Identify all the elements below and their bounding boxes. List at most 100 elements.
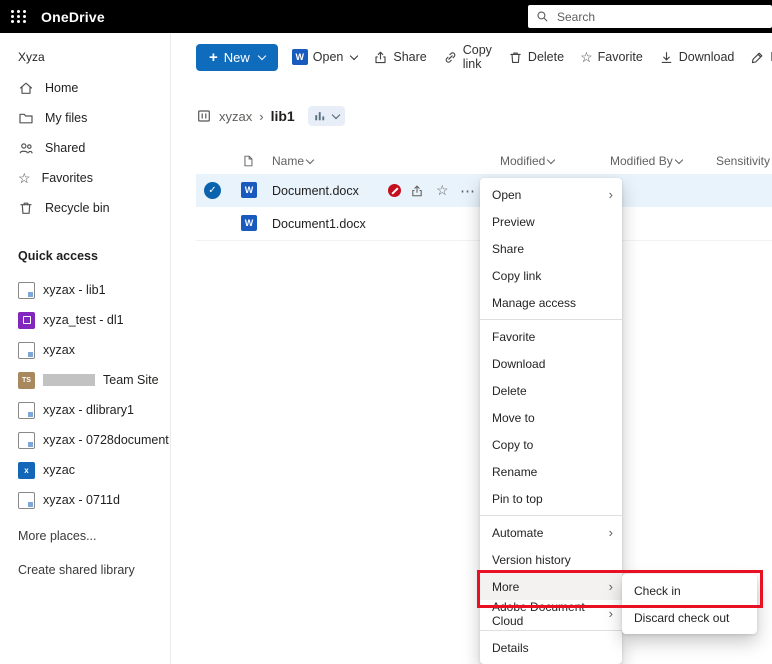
menu-item-download[interactable]: Download (480, 350, 622, 377)
menu-item-details[interactable]: Details (480, 634, 622, 661)
file-name[interactable]: Document1.docx (272, 207, 366, 240)
open-button[interactable]: W Open (290, 45, 360, 69)
download-button[interactable]: Download (657, 46, 737, 69)
view-selector[interactable] (307, 106, 345, 126)
column-header-modified-by[interactable]: Modified By (610, 147, 683, 174)
menu-item-copy-to[interactable]: Copy to (480, 431, 622, 458)
share-button[interactable]: Share (371, 46, 428, 69)
site-icon: TS (18, 371, 35, 389)
submenu-item-check-in[interactable]: Check in (622, 577, 757, 604)
download-label: Download (678, 50, 735, 64)
site-icon (18, 401, 35, 419)
more-places-link[interactable]: More places... (0, 515, 170, 543)
command-bar: + New W Open Share Copy link Delete ☆ Fa… (196, 43, 772, 71)
search-input[interactable] (555, 8, 764, 25)
quick-access-item-xyzac[interactable]: x xyzac (0, 455, 170, 485)
sidebar-item-shared[interactable]: Shared (0, 133, 170, 163)
submenu-item-discard-check-out[interactable]: Discard check out (622, 604, 757, 631)
sidebar-item-label: My files (45, 111, 88, 125)
quick-access-item-team-site[interactable]: TS Team Site (0, 365, 170, 395)
column-header-sensitivity[interactable]: Sensitivity (716, 147, 770, 174)
delete-button[interactable]: Delete (506, 46, 566, 69)
sidebar-item-home[interactable]: Home (0, 73, 170, 103)
menu-item-automate[interactable]: Automate › (480, 519, 622, 546)
site-icon (18, 281, 35, 299)
quick-access-label: xyzax - 0711d (43, 493, 120, 507)
menu-item-label: Share (492, 241, 525, 256)
menu-separator (480, 515, 622, 516)
sidebar-item-my-files[interactable]: My files (0, 103, 170, 133)
rename-button[interactable]: Rename (748, 46, 772, 69)
menu-item-label: Move to (492, 410, 535, 425)
submenu-chevron-icon: › (608, 187, 613, 202)
quick-access-item-lib1[interactable]: xyzax - lib1 (0, 275, 170, 305)
sidebar-item-favorites[interactable]: ☆ Favorites (0, 163, 170, 193)
share-icon (375, 51, 386, 63)
menu-separator (480, 319, 622, 320)
menu-item-manage-access[interactable]: Manage access (480, 289, 622, 316)
library-icon (198, 110, 210, 122)
menu-separator (480, 630, 622, 631)
menu-item-rename[interactable]: Rename (480, 458, 622, 485)
submenu-chevron-icon: › (608, 579, 613, 594)
copy-link-button[interactable]: Copy link (441, 39, 494, 75)
app-title: OneDrive (41, 8, 105, 25)
menu-item-label: Manage access (492, 295, 577, 310)
menu-item-adobe-document-cloud[interactable]: Adobe Document Cloud › (480, 600, 622, 628)
quick-access-item-dlibrary1[interactable]: xyzax - dlibrary1 (0, 395, 170, 425)
new-button-label: New (223, 49, 250, 65)
search-box[interactable] (528, 5, 772, 28)
menu-item-delete[interactable]: Delete (480, 377, 622, 404)
column-header-name[interactable]: Name (272, 147, 315, 174)
quick-access-item-0728document[interactable]: xyzax - 0728document (0, 425, 170, 455)
trash-icon (510, 51, 521, 63)
site-icon (18, 341, 35, 359)
word-file-icon: W (291, 49, 308, 65)
menu-item-move-to[interactable]: Move to (480, 404, 622, 431)
menu-item-share[interactable]: Share (480, 235, 622, 262)
file-list-header: Name Modified Modified By Sensitivity (196, 147, 772, 175)
favorite-label: Favorite (597, 50, 643, 64)
top-bar: OneDrive (0, 0, 772, 33)
file-name[interactable]: Document.docx (272, 174, 359, 207)
app-launcher-icon[interactable] (11, 10, 27, 23)
quick-access-item-0711d[interactable]: xyzax - 0711d (0, 485, 170, 515)
quick-access-label: xyza_test - dl1 (43, 313, 124, 327)
column-header-modified[interactable]: Modified (500, 147, 556, 174)
rename-icon (752, 52, 763, 63)
share-icon[interactable] (410, 174, 424, 207)
quick-access-item-dl1[interactable]: xyza_test - dl1 (0, 305, 170, 335)
selected-check-icon[interactable]: ✓ (204, 182, 221, 199)
org-name: Xyza (18, 50, 45, 64)
quick-access-heading: Quick access (18, 249, 98, 263)
copy-link-label: Copy link (462, 43, 492, 71)
site-icon (18, 491, 35, 509)
chevron-down-icon (547, 155, 556, 164)
menu-item-version-history[interactable]: Version history (480, 546, 622, 573)
menu-item-label: Check in (634, 583, 681, 598)
menu-item-favorite[interactable]: Favorite (480, 323, 622, 350)
favorite-star-icon[interactable]: ☆ (436, 174, 449, 207)
file-type-column[interactable] (241, 147, 255, 174)
create-shared-library-link[interactable]: Create shared library (0, 543, 170, 577)
checked-out-icon (388, 184, 401, 197)
quick-access-item-xyzax[interactable]: xyzax (0, 335, 170, 365)
columns-chart-icon (314, 112, 324, 121)
sidebar-item-label: Shared (45, 141, 86, 155)
menu-item-label: Download (492, 356, 546, 371)
new-button[interactable]: + New (196, 43, 278, 71)
chevron-down-icon (305, 155, 315, 164)
sidebar-item-label: Favorites (41, 171, 93, 185)
sidebar-item-label: Home (45, 81, 79, 95)
sidebar-item-recycle-bin[interactable]: Recycle bin (0, 193, 170, 223)
menu-item-more[interactable]: More › (480, 573, 622, 600)
menu-item-open[interactable]: Open › (480, 181, 622, 208)
menu-item-preview[interactable]: Preview (480, 208, 622, 235)
menu-item-pin-to-top[interactable]: Pin to top (480, 485, 622, 512)
menu-item-copy-link[interactable]: Copy link (480, 262, 622, 289)
quick-access-label: Team Site (103, 373, 159, 387)
favorite-button[interactable]: ☆ Favorite (578, 46, 645, 68)
breadcrumb-separator-icon: › (259, 108, 264, 124)
more-options-icon[interactable]: ⋯ (460, 174, 476, 207)
breadcrumb-parent[interactable]: xyzax (219, 109, 252, 124)
